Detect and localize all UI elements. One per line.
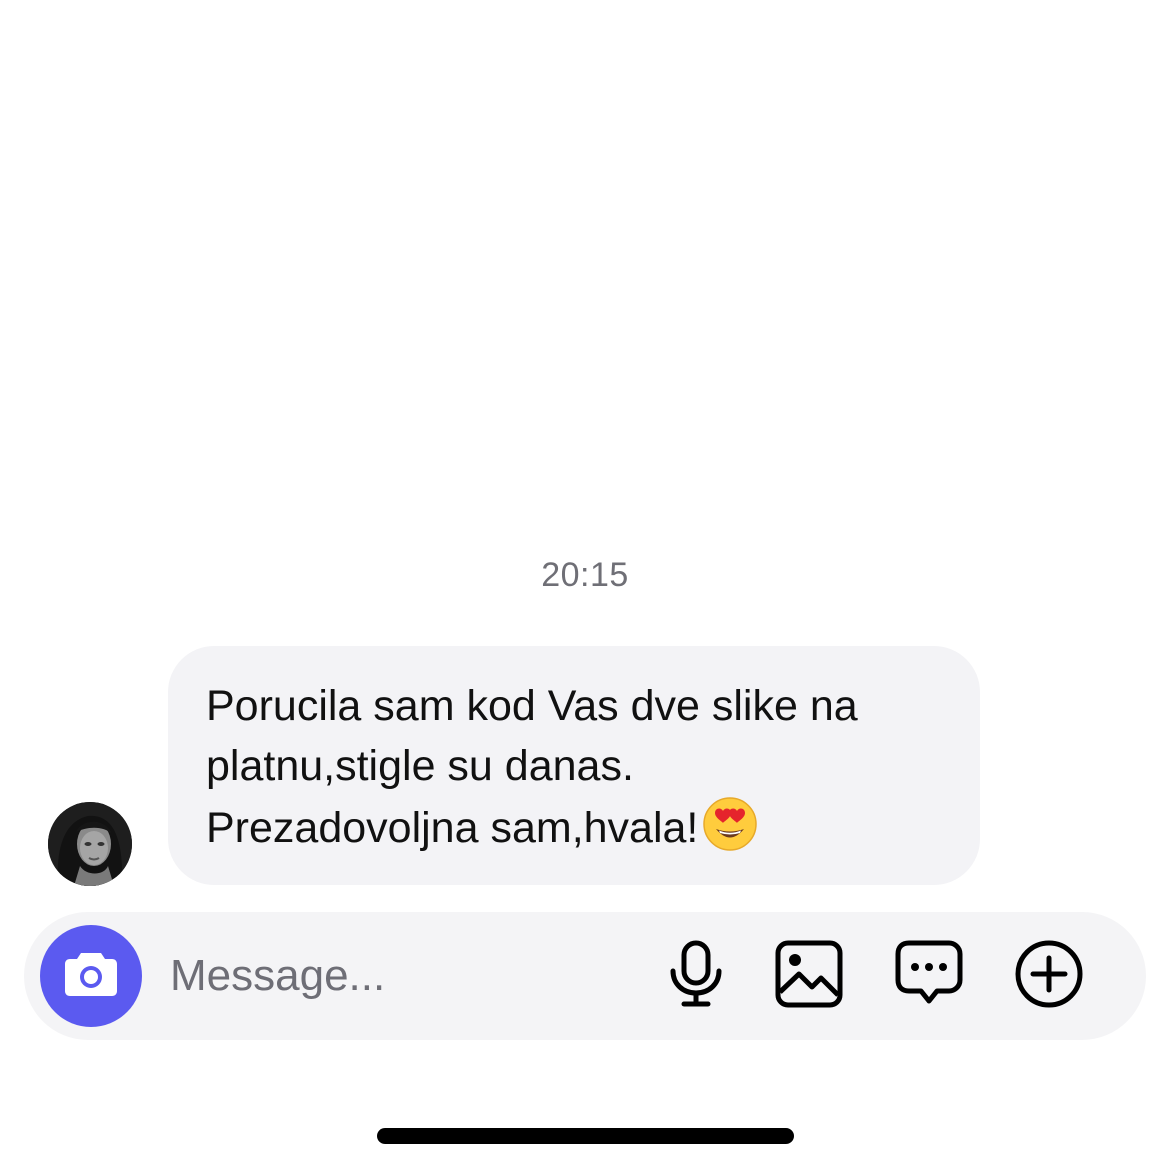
sticker-button[interactable] [893, 940, 965, 1012]
message-timestamp: 20:15 [541, 556, 629, 594]
avatar[interactable] [48, 802, 132, 886]
plus-circle-icon [1014, 939, 1084, 1014]
avatar-photo [48, 802, 132, 886]
home-indicator[interactable] [377, 1128, 794, 1144]
chat-bubble-icon [895, 940, 963, 1013]
incoming-message-bubble[interactable]: Porucila sam kod Vas dve slike na platnu… [168, 646, 980, 885]
microphone-button[interactable] [660, 940, 732, 1012]
message-line-with-emoji: Prezadovoljna sam,hvala! [206, 796, 944, 858]
message-line: platnu,stigle su danas. [206, 742, 634, 790]
camera-icon [62, 949, 120, 1004]
microphone-icon [666, 940, 726, 1013]
message-line-text: Prezadovoljna sam,hvala! [206, 804, 699, 852]
add-button[interactable] [1013, 940, 1085, 1012]
message-input[interactable] [170, 946, 610, 1006]
gallery-button[interactable] [773, 940, 845, 1012]
camera-button[interactable] [40, 925, 142, 1027]
message-composer [24, 912, 1146, 1040]
smiling-face-with-heart-eyes-icon [702, 796, 758, 852]
message-line: Porucila sam kod Vas dve slike na [206, 682, 858, 730]
gallery-icon [775, 940, 843, 1013]
